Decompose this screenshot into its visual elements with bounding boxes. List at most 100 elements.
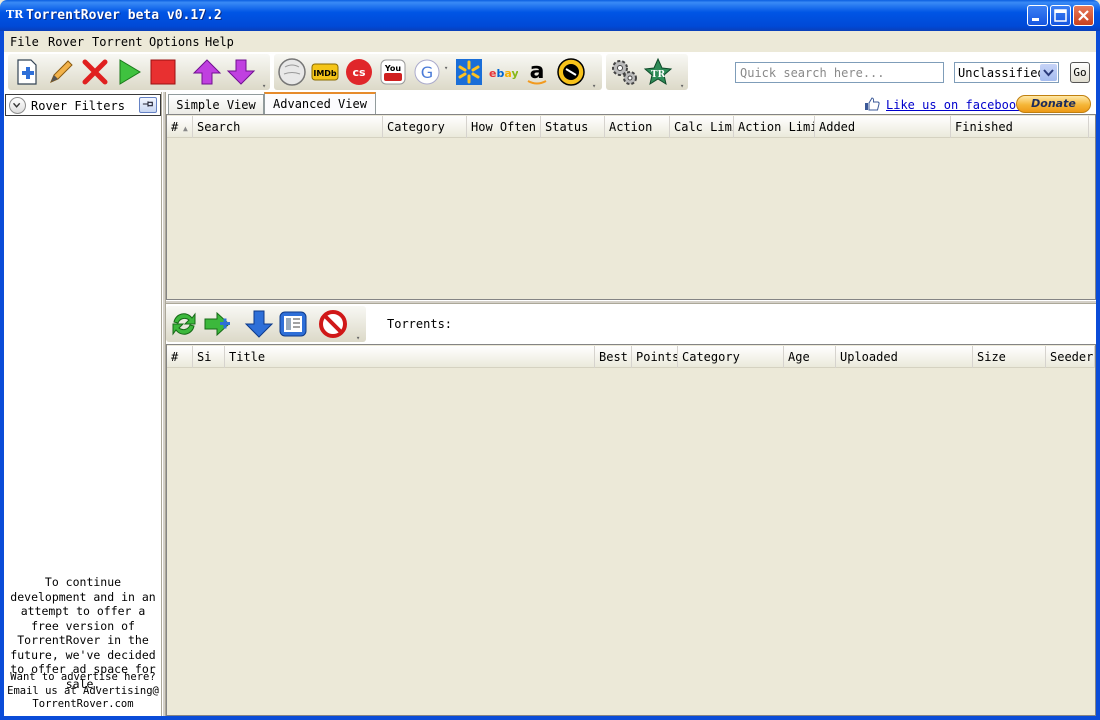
- view-tabs: Simple View Advanced View Like us on fac…: [166, 92, 1096, 114]
- stop-icon: [150, 59, 176, 85]
- column-header-calc-limit[interactable]: Calc Limit: [670, 116, 734, 138]
- amazon-icon: a: [527, 59, 547, 85]
- rover-grid-header: # ▲ Search Category How Often Status Act…: [167, 116, 1095, 138]
- column-header-points[interactable]: Points: [632, 346, 678, 368]
- imdb-button[interactable]: IMDb: [310, 57, 340, 87]
- tab-advanced-view[interactable]: Advanced View: [264, 92, 376, 114]
- column-header-site[interactable]: Si: [193, 346, 225, 368]
- add-arrow-icon: [204, 311, 230, 337]
- column-header-age[interactable]: Age: [784, 346, 836, 368]
- imdb-icon: IMDb: [311, 63, 339, 81]
- play-icon: [119, 59, 141, 85]
- facebook-link[interactable]: Like us on facebook: [886, 98, 1023, 112]
- edit-rover-button[interactable]: [46, 57, 76, 87]
- quick-search-input[interactable]: [735, 62, 944, 83]
- column-header-category[interactable]: Category: [383, 116, 467, 138]
- column-header-search[interactable]: Search: [193, 116, 383, 138]
- move-down-button[interactable]: [226, 57, 256, 87]
- walmart-icon: [456, 59, 482, 85]
- rover-filters-header[interactable]: Rover Filters: [5, 94, 161, 116]
- column-header-how-often[interactable]: How Often: [467, 116, 541, 138]
- youtube-button[interactable]: You: [378, 57, 408, 87]
- svg-text:TR: TR: [651, 70, 666, 80]
- close-button[interactable]: [1073, 5, 1094, 26]
- stop-button[interactable]: [148, 57, 178, 87]
- arrow-up-icon: [192, 59, 222, 85]
- column-header-category[interactable]: Category: [678, 346, 784, 368]
- refresh-button[interactable]: [169, 309, 199, 339]
- move-up-button[interactable]: [192, 57, 222, 87]
- torrent-toolbar: ▾ Torrents:: [166, 304, 1096, 344]
- toolbar-group-sites: IMDb cs You G ▾ ebay a ▾: [274, 54, 602, 90]
- start-button[interactable]: [114, 57, 144, 87]
- amazon-button[interactable]: a: [522, 57, 552, 87]
- column-header-action[interactable]: Action: [605, 116, 670, 138]
- maximize-button[interactable]: [1050, 5, 1071, 26]
- window-title: TorrentRover beta v0.17.2: [26, 8, 222, 23]
- add-torrent-button[interactable]: [203, 309, 233, 339]
- column-header-finished[interactable]: Finished: [951, 116, 1089, 138]
- new-rover-button[interactable]: [12, 57, 42, 87]
- torrents-grid-header: # Si Title Best Points Category Age Uplo…: [167, 346, 1095, 368]
- toolbar-group-settings: TR ▾: [606, 54, 688, 90]
- column-header-size[interactable]: Size: [973, 346, 1046, 368]
- main-toolbar: ▾ IMDb cs You G ▾ ebay a ▾ TR ▾ Quick se…: [4, 52, 1096, 92]
- tab-simple-view[interactable]: Simple View: [168, 94, 264, 114]
- delete-rover-button[interactable]: [80, 57, 110, 87]
- settings-button[interactable]: [609, 57, 639, 87]
- go-button[interactable]: Go: [1070, 62, 1090, 83]
- menu-help[interactable]: Help: [205, 35, 234, 49]
- torrents-label: Torrents:: [387, 317, 453, 331]
- column-header-action-limit[interactable]: Action Limit: [734, 116, 815, 138]
- menu-options[interactable]: Options: [149, 35, 200, 49]
- google-button[interactable]: G: [412, 57, 442, 87]
- circle-logo-icon: [557, 58, 585, 86]
- about-button[interactable]: TR: [643, 57, 673, 87]
- column-header-uploaded[interactable]: Uploaded: [836, 346, 973, 368]
- details-button[interactable]: [278, 309, 308, 339]
- chevron-down-icon[interactable]: [1040, 64, 1057, 81]
- toolbar-grip[interactable]: ▾: [262, 82, 268, 90]
- column-header-best[interactable]: Best: [595, 346, 632, 368]
- column-header-status[interactable]: Status: [541, 116, 605, 138]
- menu-torrent[interactable]: Torrent: [92, 35, 143, 49]
- category-select-value: Unclassified: [958, 66, 1045, 80]
- torrents-grid[interactable]: # Si Title Best Points Category Age Uplo…: [166, 344, 1096, 716]
- walmart-button[interactable]: [454, 57, 484, 87]
- arrow-down-icon: [226, 59, 256, 85]
- minimize-button[interactable]: [1027, 5, 1048, 26]
- column-header-number[interactable]: #: [167, 346, 193, 368]
- wikipedia-button[interactable]: [277, 57, 307, 87]
- ebay-button[interactable]: ebay: [488, 57, 519, 87]
- block-button[interactable]: [318, 309, 348, 339]
- download-button[interactable]: [244, 309, 274, 339]
- maximize-icon: [1054, 9, 1067, 22]
- title-bar[interactable]: TR TorrentRover beta v0.17.2: [0, 0, 1100, 31]
- donate-button[interactable]: Donate: [1016, 95, 1091, 113]
- toolbar-grip[interactable]: ▾: [680, 82, 686, 90]
- pencil-icon: [50, 60, 73, 83]
- svg-text:cs: cs: [352, 66, 366, 79]
- window-frame-bottom: [0, 716, 1100, 720]
- ad-contact: Want to advertise here? Email us at Adve…: [7, 671, 159, 710]
- menu-file[interactable]: File: [10, 35, 39, 49]
- napster-button[interactable]: [556, 57, 586, 87]
- column-header-added[interactable]: Added: [815, 116, 951, 138]
- column-header-number[interactable]: # ▲: [167, 116, 193, 138]
- rover-filters-label: Rover Filters: [31, 99, 125, 113]
- column-header-seeders[interactable]: Seeders: [1046, 346, 1095, 368]
- menu-rover[interactable]: Rover: [48, 35, 84, 49]
- app-icon: TR: [6, 8, 24, 21]
- ebay-icon: ebay: [489, 67, 519, 80]
- lastfm-button[interactable]: cs: [344, 57, 374, 87]
- svg-text:G: G: [421, 63, 433, 82]
- pin-icon[interactable]: [139, 97, 157, 113]
- google-dropdown-icon[interactable]: ▾: [444, 64, 450, 72]
- minimize-icon: [1032, 18, 1039, 21]
- rover-grid[interactable]: # ▲ Search Category How Often Status Act…: [166, 114, 1096, 300]
- category-select[interactable]: Unclassified: [954, 62, 1059, 83]
- toolbar-grip[interactable]: ▾: [592, 82, 598, 90]
- chevron-down-icon[interactable]: [9, 97, 26, 114]
- toolbar-grip[interactable]: ▾: [356, 334, 362, 342]
- column-header-title[interactable]: Title: [225, 346, 595, 368]
